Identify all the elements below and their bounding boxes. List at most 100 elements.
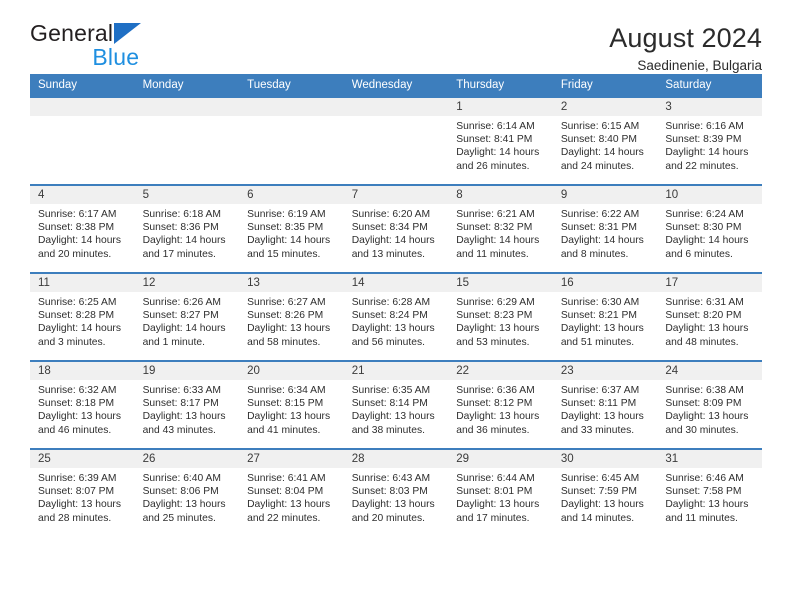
sunrise-text: Sunrise: 6:18 AM: [142, 209, 221, 220]
calendar-day-cell[interactable]: 7 Sunrise: 6:20 AM Sunset: 8:34 PM Daylight…: [343, 184, 449, 273]
sunrise-text: Sunrise: 6:22 AM: [560, 209, 640, 220]
calendar-day-cell[interactable]: 5 Sunrise: 6:18 AM Sunset: 8:36 PM Daylight…: [134, 184, 240, 273]
daylight-text-line2: and 43 minutes.: [142, 424, 216, 436]
sunset-text: Sunset: 8:24 PM: [351, 310, 428, 322]
sunrise-text: Sunrise: 6:26 AM: [142, 297, 221, 308]
page-title: August 2024: [609, 23, 762, 53]
calendar-day-cell[interactable]: 6 Sunrise: 6:19 AM Sunset: 8:35 PM Daylight…: [239, 184, 344, 273]
day-cell-inner: 25 Sunrise: 6:39 AM Sunset: 8:07 PM Dayligh…: [30, 450, 135, 537]
day-cell-inner: 5 Sunrise: 6:18 AM Sunset: 8:36 PM Daylight…: [134, 186, 240, 272]
day-number: 31: [657, 450, 762, 468]
day-number: 4: [30, 186, 135, 204]
daylight-text-line1: Daylight: 14 hours: [456, 235, 540, 247]
calendar-day-cell[interactable]: 18 Sunrise: 6:32 AM Sunset: 8:18 PM Dayligh…: [30, 360, 135, 449]
weekday-monday: Monday: [134, 74, 240, 97]
calendar-day-cell[interactable]: 16 Sunrise: 6:30 AM Sunset: 8:21 PM Dayligh…: [552, 272, 658, 361]
triangle-logo-icon: [114, 23, 142, 44]
daylight-text-line2: and 8 minutes.: [560, 248, 629, 260]
weekday-tuesday: Tuesday: [239, 74, 344, 97]
calendar-day-cell[interactable]: 12 Sunrise: 6:26 AM Sunset: 8:27 PM Dayligh…: [134, 272, 240, 361]
daylight-text-line2: and 33 minutes.: [560, 424, 635, 436]
generalblue-logo[interactable]: General Blue: [30, 20, 142, 69]
daylight-text-line2: and 24 minutes.: [560, 160, 635, 172]
logo-bottom-row: Blue: [30, 46, 141, 69]
calendar-day-cell[interactable]: 29 Sunrise: 6:44 AM Sunset: 8:01 PM Dayligh…: [448, 448, 553, 537]
calendar-day-cell[interactable]: 4 Sunrise: 6:17 AM Sunset: 8:38 PM Daylight…: [30, 184, 135, 273]
day-number: [30, 98, 135, 116]
calendar-day-cell[interactable]: 9 Sunrise: 6:22 AM Sunset: 8:31 PM Daylight…: [552, 184, 658, 273]
sunset-text: Sunset: 8:01 PM: [456, 486, 533, 498]
calendar-week-row: 4 Sunrise: 6:17 AM Sunset: 8:38 PM Daylight…: [30, 184, 762, 273]
day-cell-details: Sunrise: 6:35 AM Sunset: 8:14 PM Daylight:…: [344, 380, 449, 437]
daylight-text-line1: Daylight: 13 hours: [456, 323, 540, 335]
calendar-day-cell[interactable]: 22 Sunrise: 6:36 AM Sunset: 8:12 PM Dayligh…: [448, 360, 553, 449]
calendar-day-cell[interactable]: 13 Sunrise: 6:27 AM Sunset: 8:26 PM Dayligh…: [239, 272, 344, 361]
daylight-text-line2: and 51 minutes.: [560, 336, 635, 348]
weekday-thursday: Thursday: [448, 74, 553, 97]
calendar-day-cell[interactable]: 2 Sunrise: 6:15 AM Sunset: 8:40 PM Daylight…: [552, 96, 658, 185]
sunset-text: Sunset: 8:35 PM: [247, 222, 324, 234]
day-cell-details: [344, 116, 449, 120]
daylight-text-line2: and 20 minutes.: [38, 248, 112, 260]
calendar-day-cell[interactable]: 23 Sunrise: 6:37 AM Sunset: 8:11 PM Dayligh…: [552, 360, 658, 449]
daylight-text-line2: and 53 minutes.: [456, 336, 530, 348]
sunset-text: Sunset: 8:34 PM: [351, 222, 428, 234]
sunrise-text: Sunrise: 6:35 AM: [351, 385, 431, 396]
calendar-day-cell[interactable]: 3 Sunrise: 6:16 AM Sunset: 8:39 PM Daylight…: [657, 96, 762, 185]
weekday-wednesday: Wednesday: [343, 74, 449, 97]
sunset-text: Sunset: 8:23 PM: [456, 310, 533, 322]
page-header: General Blue August 2024 Saedinenie, Bul…: [30, 0, 762, 74]
calendar-day-cell[interactable]: 30 Sunrise: 6:45 AM Sunset: 7:59 PM Dayligh…: [552, 448, 658, 537]
day-number: 25: [30, 450, 135, 468]
calendar-day-cell[interactable]: 26 Sunrise: 6:40 AM Sunset: 8:06 PM Dayligh…: [134, 448, 240, 537]
day-number: 24: [657, 362, 762, 380]
calendar-day-cell[interactable]: 19 Sunrise: 6:33 AM Sunset: 8:17 PM Dayligh…: [134, 360, 240, 449]
sunrise-text: Sunrise: 6:27 AM: [247, 297, 326, 308]
day-cell-details: Sunrise: 6:19 AM Sunset: 8:35 PM Daylight:…: [239, 204, 344, 261]
calendar-day-cell[interactable]: 21 Sunrise: 6:35 AM Sunset: 8:14 PM Dayligh…: [343, 360, 449, 449]
calendar-day-cell[interactable]: 27 Sunrise: 6:41 AM Sunset: 8:04 PM Dayligh…: [239, 448, 344, 537]
sunrise-text: Sunrise: 6:45 AM: [560, 473, 640, 484]
day-number: 16: [552, 274, 658, 292]
day-cell-details: Sunrise: 6:44 AM Sunset: 8:01 PM Daylight:…: [448, 468, 553, 525]
sunset-text: Sunset: 8:30 PM: [665, 222, 742, 234]
calendar-day-cell[interactable]: 24 Sunrise: 6:38 AM Sunset: 8:09 PM Dayligh…: [657, 360, 762, 449]
calendar-day-cell[interactable]: 25 Sunrise: 6:39 AM Sunset: 8:07 PM Dayligh…: [30, 448, 135, 537]
calendar-week-row: 1 Sunrise: 6:14 AM Sunset: 8:41 PM Daylight…: [30, 96, 762, 185]
calendar-day-cell[interactable]: 31 Sunrise: 6:46 AM Sunset: 7:58 PM Dayligh…: [657, 448, 762, 537]
calendar-day-cell[interactable]: 17 Sunrise: 6:31 AM Sunset: 8:20 PM Dayligh…: [657, 272, 762, 361]
sunset-text: Sunset: 7:59 PM: [560, 486, 637, 498]
day-number: 17: [657, 274, 762, 292]
daylight-text-line1: Daylight: 14 hours: [38, 235, 121, 247]
calendar-day-cell[interactable]: 15 Sunrise: 6:29 AM Sunset: 8:23 PM Dayligh…: [448, 272, 553, 361]
calendar-day-cell[interactable]: 20 Sunrise: 6:34 AM Sunset: 8:15 PM Dayligh…: [239, 360, 344, 449]
calendar-day-cell[interactable]: 28 Sunrise: 6:43 AM Sunset: 8:03 PM Dayligh…: [343, 448, 449, 537]
calendar-day-cell[interactable]: 14 Sunrise: 6:28 AM Sunset: 8:24 PM Dayligh…: [343, 272, 449, 361]
day-cell-details: Sunrise: 6:20 AM Sunset: 8:34 PM Daylight:…: [344, 204, 449, 261]
sunset-text: Sunset: 8:26 PM: [247, 310, 324, 322]
daylight-text-line2: and 3 minutes.: [38, 336, 106, 348]
day-cell-details: Sunrise: 6:46 AM Sunset: 7:58 PM Daylight:…: [657, 468, 762, 525]
daylight-text-line2: and 17 minutes.: [456, 512, 530, 524]
calendar-day-cell[interactable]: 10 Sunrise: 6:24 AM Sunset: 8:30 PM Dayligh…: [657, 184, 762, 273]
day-number: 20: [239, 362, 344, 380]
daylight-text-line2: and 11 minutes.: [456, 248, 529, 260]
logo-top-row: General: [30, 20, 142, 46]
calendar-day-cell[interactable]: 1 Sunrise: 6:14 AM Sunset: 8:41 PM Daylight…: [448, 96, 553, 185]
day-cell-inner: 1 Sunrise: 6:14 AM Sunset: 8:41 PM Daylight…: [448, 98, 553, 184]
logo-text-general: General: [30, 20, 114, 46]
day-number: 15: [448, 274, 553, 292]
day-cell-details: Sunrise: 6:28 AM Sunset: 8:24 PM Daylight:…: [344, 292, 449, 349]
day-cell-details: Sunrise: 6:15 AM Sunset: 8:40 PM Daylight:…: [553, 116, 658, 173]
calendar-day-cell[interactable]: 8 Sunrise: 6:21 AM Sunset: 8:32 PM Daylight…: [448, 184, 553, 273]
sunrise-text: Sunrise: 6:30 AM: [560, 297, 640, 308]
sunrise-text: Sunrise: 6:24 AM: [665, 209, 744, 220]
day-cell-details: [135, 116, 240, 120]
sunset-text: Sunset: 8:41 PM: [456, 134, 533, 146]
calendar-day-cell[interactable]: 11 Sunrise: 6:25 AM Sunset: 8:28 PM Dayligh…: [30, 272, 135, 361]
daylight-text-line1: Daylight: 14 hours: [456, 147, 540, 159]
day-cell-inner: [30, 98, 135, 184]
day-cell-inner: 29 Sunrise: 6:44 AM Sunset: 8:01 PM Dayligh…: [448, 450, 553, 537]
day-cell-details: Sunrise: 6:36 AM Sunset: 8:12 PM Daylight:…: [448, 380, 553, 437]
day-cell-details: Sunrise: 6:34 AM Sunset: 8:15 PM Daylight:…: [239, 380, 344, 437]
